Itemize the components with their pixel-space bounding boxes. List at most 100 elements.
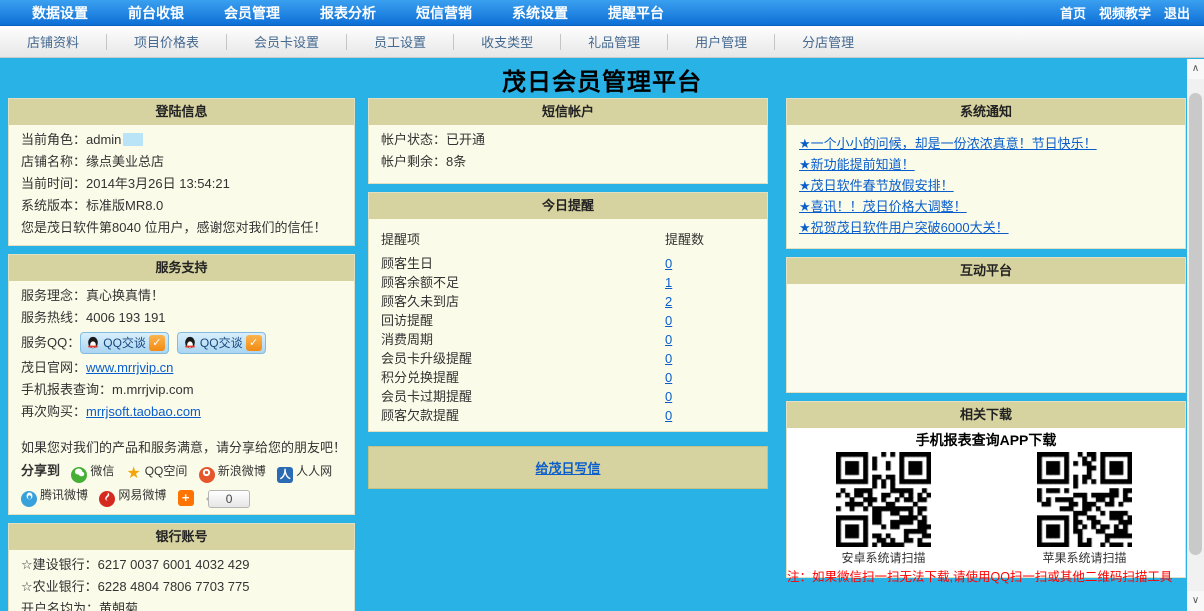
android-qr-code: [836, 452, 931, 547]
official-site-link[interactable]: www.mrrjvip.cn: [86, 360, 173, 375]
top-nav-right: 首页 视频教学 退出: [1060, 3, 1204, 22]
sms-account-title: 短信帐户: [369, 99, 767, 125]
renren-icon[interactable]: 人: [277, 467, 293, 483]
system-version: 系统版本：标准版MR8.0: [21, 195, 342, 217]
share-sina-label[interactable]: 新浪微博: [218, 464, 266, 478]
reminder-count-link[interactable]: 0: [665, 370, 672, 385]
system-notices-title: 系统通知: [787, 99, 1185, 125]
nav-reminder-platform[interactable]: 提醒平台: [608, 3, 664, 23]
share-netease-label[interactable]: 网易微博: [118, 488, 166, 502]
reminder-row-consume-cycle: 消费周期0: [381, 330, 755, 349]
notice-link-holiday[interactable]: ★茂日软件春节放假安排！: [799, 175, 1173, 196]
vertical-scrollbar: ∧ ∨: [1187, 59, 1204, 611]
rebuy-link[interactable]: mrrjsoft.taobao.com: [86, 404, 201, 419]
share-qzone-label[interactable]: QQ空间: [145, 464, 188, 478]
reminder-count-link[interactable]: 0: [665, 313, 672, 328]
selection-highlight: [123, 133, 143, 146]
nav-report-analysis[interactable]: 报表分析: [320, 3, 376, 23]
bank-account-panel: 银行账号 ☆建设银行：6217 0037 6001 4032 429 ☆农业银行…: [8, 523, 355, 611]
reminder-row-long-absent: 顾客久未到店2: [381, 292, 755, 311]
qq-penguin-icon: [86, 336, 100, 350]
qq-verified-icon: ✓: [149, 335, 165, 351]
scrollbar-thumb[interactable]: [1189, 93, 1202, 555]
share-renren-label[interactable]: 人人网: [296, 464, 332, 478]
share-count[interactable]: 0: [208, 490, 250, 508]
nav-member-mgmt[interactable]: 会员管理: [224, 3, 280, 23]
sub-nav-bar: 店铺资料 项目价格表 会员卡设置 员工设置 收支类型 礼品管理 用户管理 分店管…: [0, 26, 1204, 58]
qzone-icon[interactable]: ★: [126, 466, 142, 482]
reminder-count-link[interactable]: 0: [665, 332, 672, 347]
interact-platform-panel: 互动平台: [786, 257, 1186, 393]
share-row-2: 腾讯微博 网易微博 + 0: [21, 483, 342, 508]
nav-logout[interactable]: 退出: [1164, 3, 1190, 22]
sms-balance: 帐户剩余：8条: [381, 151, 755, 173]
subnav-staff[interactable]: 员工设置: [347, 32, 453, 51]
share-tqq-label[interactable]: 腾讯微博: [40, 488, 88, 502]
netease-weibo-icon[interactable]: [99, 491, 115, 507]
qq-chat-button-2[interactable]: QQ交谈 ✓: [177, 332, 266, 354]
subnav-user-mgmt[interactable]: 用户管理: [668, 32, 774, 51]
reminder-count-link[interactable]: 1: [665, 275, 672, 290]
nav-front-cashier[interactable]: 前台收银: [128, 3, 184, 23]
top-nav-items: 数据设置 前台收银 会员管理 报表分析 短信营销 系统设置 提醒平台: [0, 3, 664, 23]
service-qq-row: 服务QQ： QQ交谈 ✓ QQ交谈 ✓: [21, 329, 342, 357]
write-letter-box: 给茂日写信: [368, 446, 768, 489]
notice-link-greeting[interactable]: ★一个小小的问候，却是一份浓浓真意！节日快乐！: [799, 133, 1173, 154]
main-content: 茂日会员管理平台 登陆信息 当前角色：admin 店铺名称：缘点美业总店 当前时…: [0, 59, 1204, 611]
reminder-count-link[interactable]: 0: [665, 408, 672, 423]
top-nav-bar: 数据设置 前台收银 会员管理 报表分析 短信营销 系统设置 提醒平台 首页 视频…: [0, 0, 1204, 26]
service-concept: 服务理念：真心换真情！: [21, 285, 342, 307]
service-qq-label: 服务QQ：: [21, 332, 80, 354]
reminder-count-link[interactable]: 0: [665, 256, 672, 271]
reminder-row-debt: 顾客欠款提醒0: [381, 406, 755, 425]
shop-name: 店铺名称：缘点美业总店: [21, 151, 342, 173]
sina-weibo-icon[interactable]: [199, 467, 215, 483]
login-info-title: 登陆信息: [9, 99, 354, 125]
app-download-subtitle: 手机报表查询APP下载: [787, 430, 1185, 450]
reminder-count-link[interactable]: 0: [665, 351, 672, 366]
share-wechat-label[interactable]: 微信: [90, 464, 114, 478]
abc-account: ☆农业银行：6228 4804 7806 7703 775: [21, 576, 342, 598]
reminder-row-follow-up: 回访提醒0: [381, 311, 755, 330]
bank-account-title: 银行账号: [9, 524, 354, 550]
official-site-row: 茂日官网：www.mrrjvip.cn: [21, 357, 342, 379]
nav-home[interactable]: 首页: [1060, 3, 1086, 22]
wechat-icon[interactable]: [71, 467, 87, 483]
nav-sms-marketing[interactable]: 短信营销: [416, 3, 472, 23]
scroll-up-button[interactable]: ∧: [1187, 59, 1204, 79]
subnav-price-list[interactable]: 项目价格表: [107, 32, 226, 51]
subnav-branch-mgmt[interactable]: 分店管理: [775, 32, 881, 51]
share-tip: 如果您对我们的产品和服务满意，请分享给您的朋友吧！: [21, 437, 342, 459]
notice-link-6000-users[interactable]: ★祝贺茂日软件用户突破6000大关！: [799, 217, 1173, 238]
nav-system-settings[interactable]: 系统设置: [512, 3, 568, 23]
share-row-1: 分享到 微信 ★QQ空间 新浪微博 人人人网: [21, 459, 342, 483]
reminder-count-link[interactable]: 0: [665, 389, 672, 404]
subnav-shop-info[interactable]: 店铺资料: [0, 32, 106, 51]
notice-link-price[interactable]: ★喜讯！！茂日价格大调整！: [799, 196, 1173, 217]
reminder-count-link[interactable]: 2: [665, 294, 672, 309]
tencent-weibo-icon[interactable]: [21, 491, 37, 507]
qq-verified-icon: ✓: [246, 335, 262, 351]
right-column: 系统通知 ★一个小小的问候，却是一份浓浓真意！节日快乐！ ★新功能提前知道！ ★…: [786, 98, 1186, 586]
scroll-down-button[interactable]: ∨: [1187, 591, 1204, 611]
service-hotline: 服务热线：4006 193 191: [21, 307, 342, 329]
downloads-title: 相关下载: [787, 402, 1185, 428]
interact-platform-body: [787, 284, 1185, 392]
mobile-report-row: 手机报表查询：m.mrrjvip.com: [21, 379, 342, 401]
subnav-income-type[interactable]: 收支类型: [454, 32, 560, 51]
qq-chat-button-1[interactable]: QQ交谈 ✓: [80, 332, 169, 354]
download-note: 注：如果微信扫一扫无法下载,请使用QQ扫一扫或其他二维码扫描工具: [787, 566, 1185, 585]
page-title: 茂日会员管理平台: [0, 59, 1204, 97]
nav-video-tutorial[interactable]: 视频教学: [1099, 3, 1151, 22]
notice-link-new-feature[interactable]: ★新功能提前知道！: [799, 154, 1173, 175]
service-support-title: 服务支持: [9, 255, 354, 281]
write-letter-link[interactable]: 给茂日写信: [535, 458, 600, 477]
qq-penguin-icon: [183, 336, 197, 350]
more-share-icon[interactable]: +: [178, 490, 194, 506]
sms-account-panel: 短信帐户 帐户状态：已开通 帐户剩余：8条: [368, 98, 768, 184]
rebuy-row: 再次购买：mrrjsoft.taobao.com: [21, 401, 342, 423]
subnav-member-card[interactable]: 会员卡设置: [227, 32, 346, 51]
nav-data-settings[interactable]: 数据设置: [32, 3, 88, 23]
subnav-gift-mgmt[interactable]: 礼品管理: [561, 32, 667, 51]
reminder-header-row: 提醒项 提醒数: [381, 229, 755, 251]
